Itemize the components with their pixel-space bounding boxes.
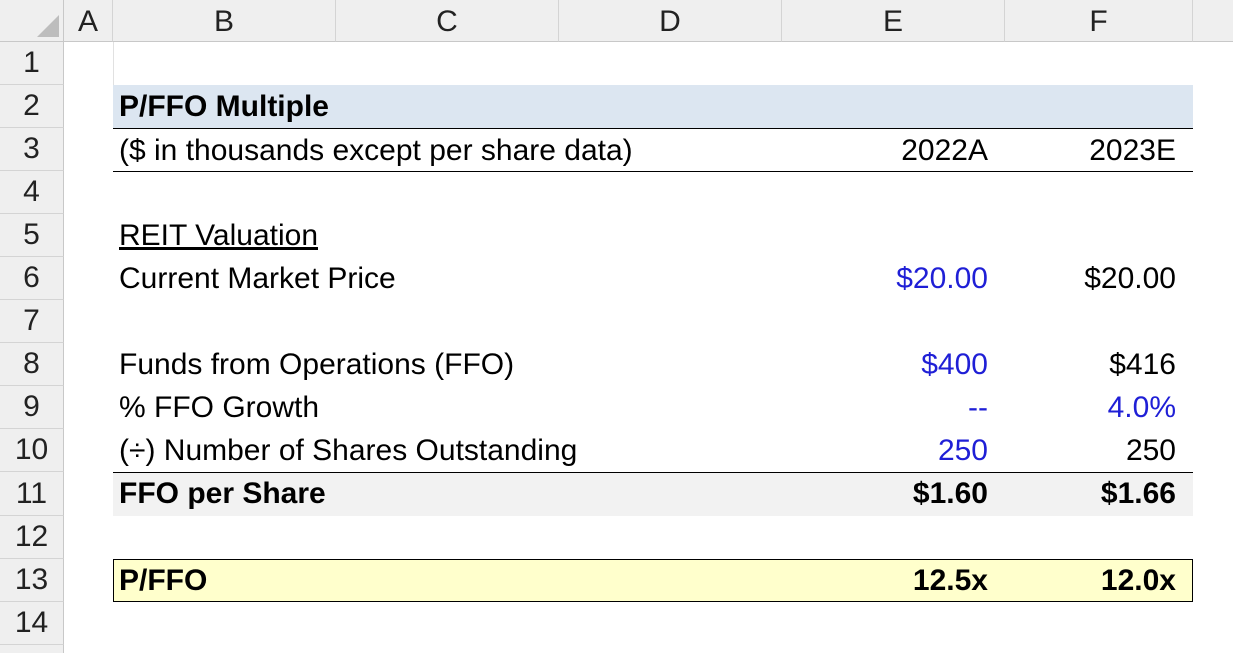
row-header-1[interactable]: 1 [0, 42, 64, 85]
title-bottom-border [113, 128, 1193, 129]
ffo-growth-2022a[interactable]: -- [782, 393, 988, 423]
row-header-14[interactable]: 14 [0, 602, 64, 645]
column-header-g[interactable] [1193, 0, 1233, 42]
row-header-7[interactable]: 7 [0, 300, 64, 343]
pffo-2022a[interactable]: 12.5x [782, 566, 988, 596]
current-market-price-label[interactable]: Current Market Price [119, 264, 396, 294]
column-header-a[interactable]: A [64, 0, 113, 42]
ffo-2023e[interactable]: $416 [1005, 350, 1176, 380]
select-all-corner[interactable] [0, 0, 64, 42]
ffo-per-share-2023e[interactable]: $1.66 [1005, 479, 1176, 509]
ffo-growth-label[interactable]: % FFO Growth [119, 393, 319, 423]
column-header-e[interactable]: E [782, 0, 1005, 42]
shares-outstanding-2023e[interactable]: 250 [1005, 436, 1176, 466]
subtitle-cell[interactable]: ($ in thousands except per share data) [119, 136, 633, 166]
row-header-4[interactable]: 4 [0, 171, 64, 214]
shares-outstanding-label[interactable]: (÷) Number of Shares Outstanding [119, 436, 577, 466]
row-header-13[interactable]: 13 [0, 559, 64, 602]
row-header-12[interactable]: 12 [0, 516, 64, 559]
ffo-label[interactable]: Funds from Operations (FFO) [119, 350, 514, 380]
column-header-d[interactable]: D [559, 0, 782, 42]
subtitle-bottom-border [113, 171, 1193, 172]
column-header-b[interactable]: B [113, 0, 336, 42]
row-header-8[interactable]: 8 [0, 343, 64, 386]
column-header-f[interactable]: F [1005, 0, 1193, 42]
pffo-2023e[interactable]: 12.0x [1005, 566, 1176, 596]
row-header-2[interactable]: 2 [0, 85, 64, 128]
current-market-price-2022a[interactable]: $20.00 [782, 264, 988, 294]
section-heading-reit-valuation[interactable]: REIT Valuation [119, 221, 318, 251]
row-header-10[interactable]: 10 [0, 429, 64, 472]
year-header-2023e[interactable]: 2023E [1005, 136, 1176, 166]
pffo-label[interactable]: P/FFO [119, 566, 207, 596]
row-header-3[interactable]: 3 [0, 128, 64, 171]
ffo-2022a[interactable]: $400 [782, 350, 988, 380]
row-header-9[interactable]: 9 [0, 386, 64, 429]
ffo-per-share-label[interactable]: FFO per Share [119, 479, 326, 509]
ffo-per-share-2022a[interactable]: $1.60 [782, 479, 988, 509]
title-cell[interactable]: P/FFO Multiple [119, 92, 329, 122]
row-header-6[interactable]: 6 [0, 257, 64, 300]
select-all-triangle-icon [37, 15, 59, 37]
ffo-growth-2023e[interactable]: 4.0% [1005, 393, 1176, 423]
row-header-5[interactable]: 5 [0, 214, 64, 257]
ffo-per-share-top-border [113, 472, 1193, 473]
gridline [113, 42, 114, 85]
column-header-c[interactable]: C [336, 0, 559, 42]
year-header-2022a[interactable]: 2022A [782, 136, 988, 166]
current-market-price-2023e[interactable]: $20.00 [1005, 264, 1176, 294]
shares-outstanding-2022a[interactable]: 250 [782, 436, 988, 466]
row-header-11[interactable]: 11 [0, 472, 64, 516]
row-header-15[interactable] [0, 645, 64, 653]
